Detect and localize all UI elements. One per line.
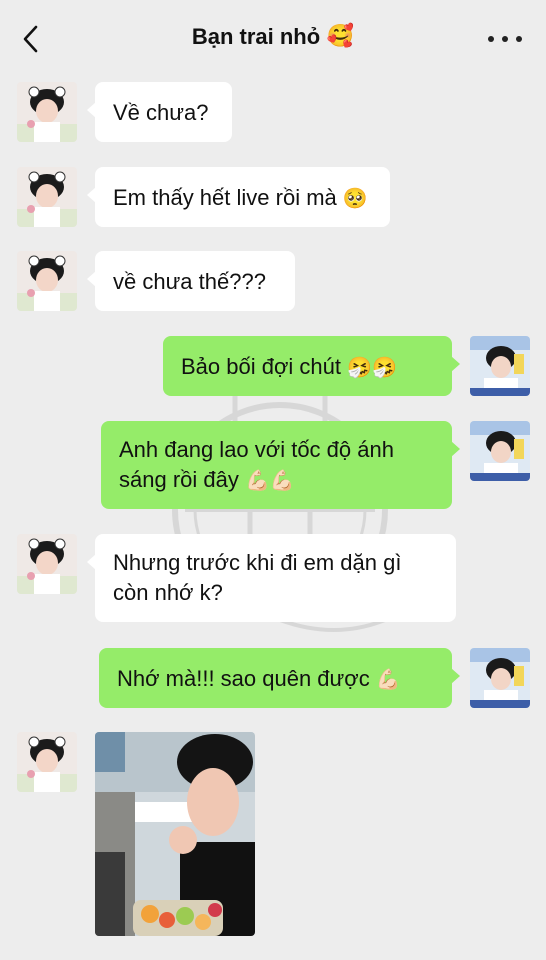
- back-button[interactable]: [14, 22, 48, 56]
- incoming-message-bubble[interactable]: về chưa thế???: [87, 251, 295, 311]
- user-avatar[interactable]: [470, 648, 530, 708]
- photo-message[interactable]: [95, 732, 255, 936]
- message-text: Nhớ mà!!! sao quên được: [117, 666, 370, 691]
- contact-avatar[interactable]: [17, 251, 77, 311]
- message-text-line: còn nhớ k?: [113, 580, 223, 605]
- ellipsis-icon-dot: [516, 36, 522, 42]
- incoming-message-bubble[interactable]: Về chưa?: [87, 82, 232, 142]
- message-text: Em thấy hết live rồi mà: [113, 185, 337, 210]
- contact-avatar[interactable]: [17, 732, 77, 792]
- smiling-face-with-hearts-icon: 🥰: [326, 24, 354, 49]
- more-options-button[interactable]: [488, 28, 522, 50]
- outgoing-message-bubble[interactable]: Anh đang lao với tốc độ ánh sáng rồi đây…: [101, 421, 460, 509]
- contact-avatar[interactable]: [17, 167, 77, 227]
- chat-header: Bạn trai nhỏ 🥰: [0, 0, 546, 74]
- chat-title: Bạn trai nhỏ 🥰: [192, 23, 354, 51]
- incoming-message-bubble[interactable]: Em thấy hết live rồi mà 🥺: [87, 167, 390, 227]
- message-text-line: sáng rồi đây: [119, 467, 239, 492]
- message-text: Bảo bối đợi chút: [181, 354, 341, 379]
- sneezing-face-icon: 🤧🤧: [347, 355, 397, 379]
- user-avatar[interactable]: [470, 421, 530, 481]
- flexed-biceps-icon: 💪🏻: [375, 667, 401, 691]
- chevron-left-icon: [23, 25, 38, 53]
- message-text-line: Nhưng trước khi đi em dặn gì: [113, 550, 402, 575]
- outgoing-message-bubble[interactable]: Nhớ mà!!! sao quên được 💪🏻: [99, 648, 460, 708]
- contact-avatar[interactable]: [17, 82, 77, 142]
- contact-avatar[interactable]: [17, 534, 77, 594]
- message-text-line: Anh đang lao với tốc độ ánh: [119, 437, 394, 462]
- flexed-biceps-icon: 💪🏻💪🏻: [244, 468, 295, 492]
- incoming-message-bubble[interactable]: Nhưng trước khi đi em dặn gì còn nhớ k?: [87, 534, 456, 622]
- user-avatar[interactable]: [470, 336, 530, 396]
- chat-title-text: Bạn trai nhỏ: [191, 24, 321, 49]
- ellipsis-icon-dot: [502, 36, 508, 42]
- message-text: Về chưa?: [113, 100, 209, 125]
- message-text: về chưa thế???: [113, 269, 266, 294]
- ellipsis-icon-dot: [488, 36, 494, 42]
- pleading-face-icon: 🥺: [342, 186, 368, 210]
- outgoing-message-bubble[interactable]: Bảo bối đợi chút 🤧🤧: [163, 336, 460, 396]
